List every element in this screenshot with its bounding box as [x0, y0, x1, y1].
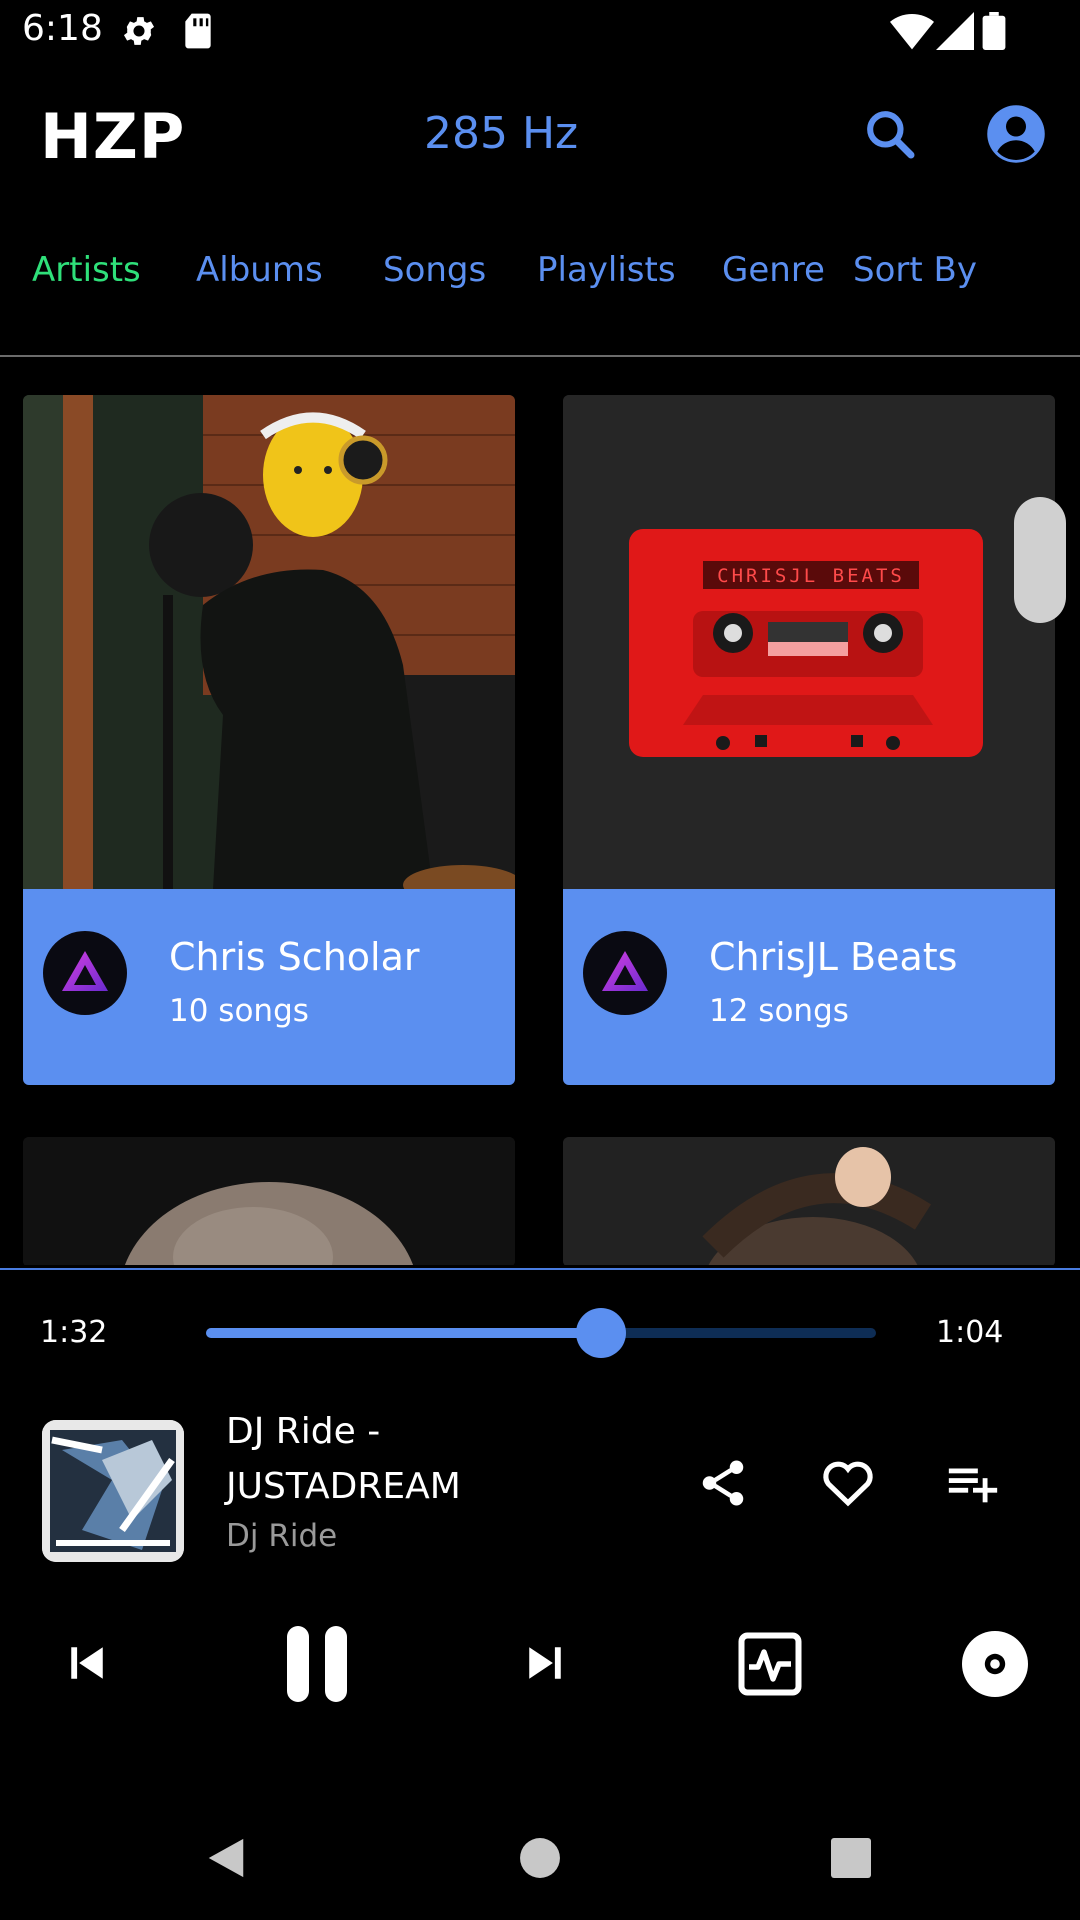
- nav-recents-button[interactable]: [821, 1830, 881, 1890]
- artist-photo: [23, 1137, 515, 1265]
- status-time: 6:18: [22, 8, 103, 49]
- artist-photo: CHRISJL BEATS: [563, 395, 1055, 889]
- battery-icon: [982, 12, 1006, 54]
- equalizer-button[interactable]: [730, 1626, 810, 1706]
- skip-next-icon: [518, 1636, 572, 1694]
- triangle-logo-icon: [60, 949, 110, 997]
- share-icon: [696, 1456, 750, 1514]
- now-playing-bar: 1:32 1:04 DJ Ride - JUSTADREAM Dj Ride: [0, 1268, 1080, 1718]
- activity-monitor-icon: [734, 1628, 806, 1704]
- nav-back-button[interactable]: [196, 1830, 256, 1890]
- player-divider: [0, 1268, 1080, 1270]
- app-header: HZP 285 Hz: [0, 90, 1080, 180]
- artist-grid[interactable]: Chris Scholar 10 songs CHRISJL BEATS Chr…: [0, 395, 1080, 1265]
- recents-square-icon: [831, 1838, 871, 1882]
- triangle-logo-icon: [600, 949, 650, 997]
- artist-photo: [563, 1137, 1055, 1265]
- gear-icon: [120, 12, 158, 54]
- artist-card[interactable]: [23, 1137, 515, 1265]
- signal-icon: [936, 12, 974, 54]
- back-triangle-icon: [204, 1835, 248, 1885]
- album-art[interactable]: [42, 1420, 184, 1562]
- artist-name: Chris Scholar: [169, 935, 420, 979]
- category-tabs: Artists Albums Songs Playlists Genre Sor…: [0, 240, 1080, 300]
- frequency-label[interactable]: 285 Hz: [424, 108, 578, 159]
- pause-button[interactable]: [275, 1624, 359, 1708]
- elapsed-time: 1:32: [40, 1315, 108, 1350]
- artist-avatar: [583, 931, 667, 1015]
- tab-songs[interactable]: Songs: [383, 250, 486, 290]
- tab-genre[interactable]: Genre: [722, 250, 825, 290]
- scroll-thumb[interactable]: [1014, 497, 1066, 623]
- wifi-icon: [890, 12, 934, 54]
- song-artist: Dj Ride: [226, 1518, 338, 1554]
- favorite-button[interactable]: [815, 1452, 881, 1518]
- app-logo: HZP: [40, 100, 186, 173]
- disc-icon: [959, 1628, 1031, 1704]
- sd-card-icon: [182, 12, 214, 54]
- account-icon: [986, 104, 1046, 168]
- account-button[interactable]: [976, 96, 1056, 176]
- cassette-label-text: CHRISJL BEATS: [717, 565, 905, 587]
- remaining-time: 1:04: [936, 1315, 1004, 1350]
- status-bar: 6:18: [0, 0, 1080, 64]
- artist-song-count: 10 songs: [169, 993, 309, 1029]
- tab-playlists[interactable]: Playlists: [537, 250, 676, 290]
- search-button[interactable]: [850, 96, 930, 176]
- vinyl-button[interactable]: [955, 1626, 1035, 1706]
- search-icon: [862, 106, 918, 166]
- artist-avatar: [43, 931, 127, 1015]
- tab-sort-by[interactable]: Sort By: [853, 250, 977, 290]
- skip-previous-icon: [60, 1636, 114, 1694]
- next-button[interactable]: [510, 1630, 580, 1700]
- pause-icon: [282, 1624, 352, 1708]
- artist-photo: [23, 395, 515, 889]
- artist-card[interactable]: Chris Scholar 10 songs: [23, 395, 515, 1085]
- heart-icon: [820, 1455, 876, 1515]
- add-to-playlist-button[interactable]: [940, 1452, 1006, 1518]
- nav-home-button[interactable]: [510, 1830, 570, 1890]
- song-title: DJ Ride - JUSTADREAM: [226, 1411, 461, 1507]
- seek-progress: [206, 1328, 602, 1338]
- screen: 6:18 HZP 285 Hz Artists Albums Songs Pla…: [0, 0, 1080, 1920]
- tab-artists[interactable]: Artists: [32, 250, 141, 290]
- artist-song-count: 12 songs: [709, 993, 849, 1029]
- previous-button[interactable]: [52, 1630, 122, 1700]
- artist-card[interactable]: CHRISJL BEATS ChrisJL Beats 12 songs: [563, 395, 1055, 1085]
- artist-card-info: ChrisJL Beats 12 songs: [563, 889, 1055, 1085]
- playlist-add-icon: [944, 1454, 1002, 1516]
- seek-thumb[interactable]: [576, 1308, 627, 1358]
- system-nav-bar: [0, 1800, 1080, 1920]
- tabs-divider: [0, 355, 1080, 357]
- artist-name: ChrisJL Beats: [709, 935, 958, 979]
- artist-card-info: Chris Scholar 10 songs: [23, 889, 515, 1085]
- artist-card[interactable]: [563, 1137, 1055, 1265]
- share-button[interactable]: [690, 1452, 756, 1518]
- tab-albums[interactable]: Albums: [196, 250, 323, 290]
- home-circle-icon: [519, 1837, 561, 1883]
